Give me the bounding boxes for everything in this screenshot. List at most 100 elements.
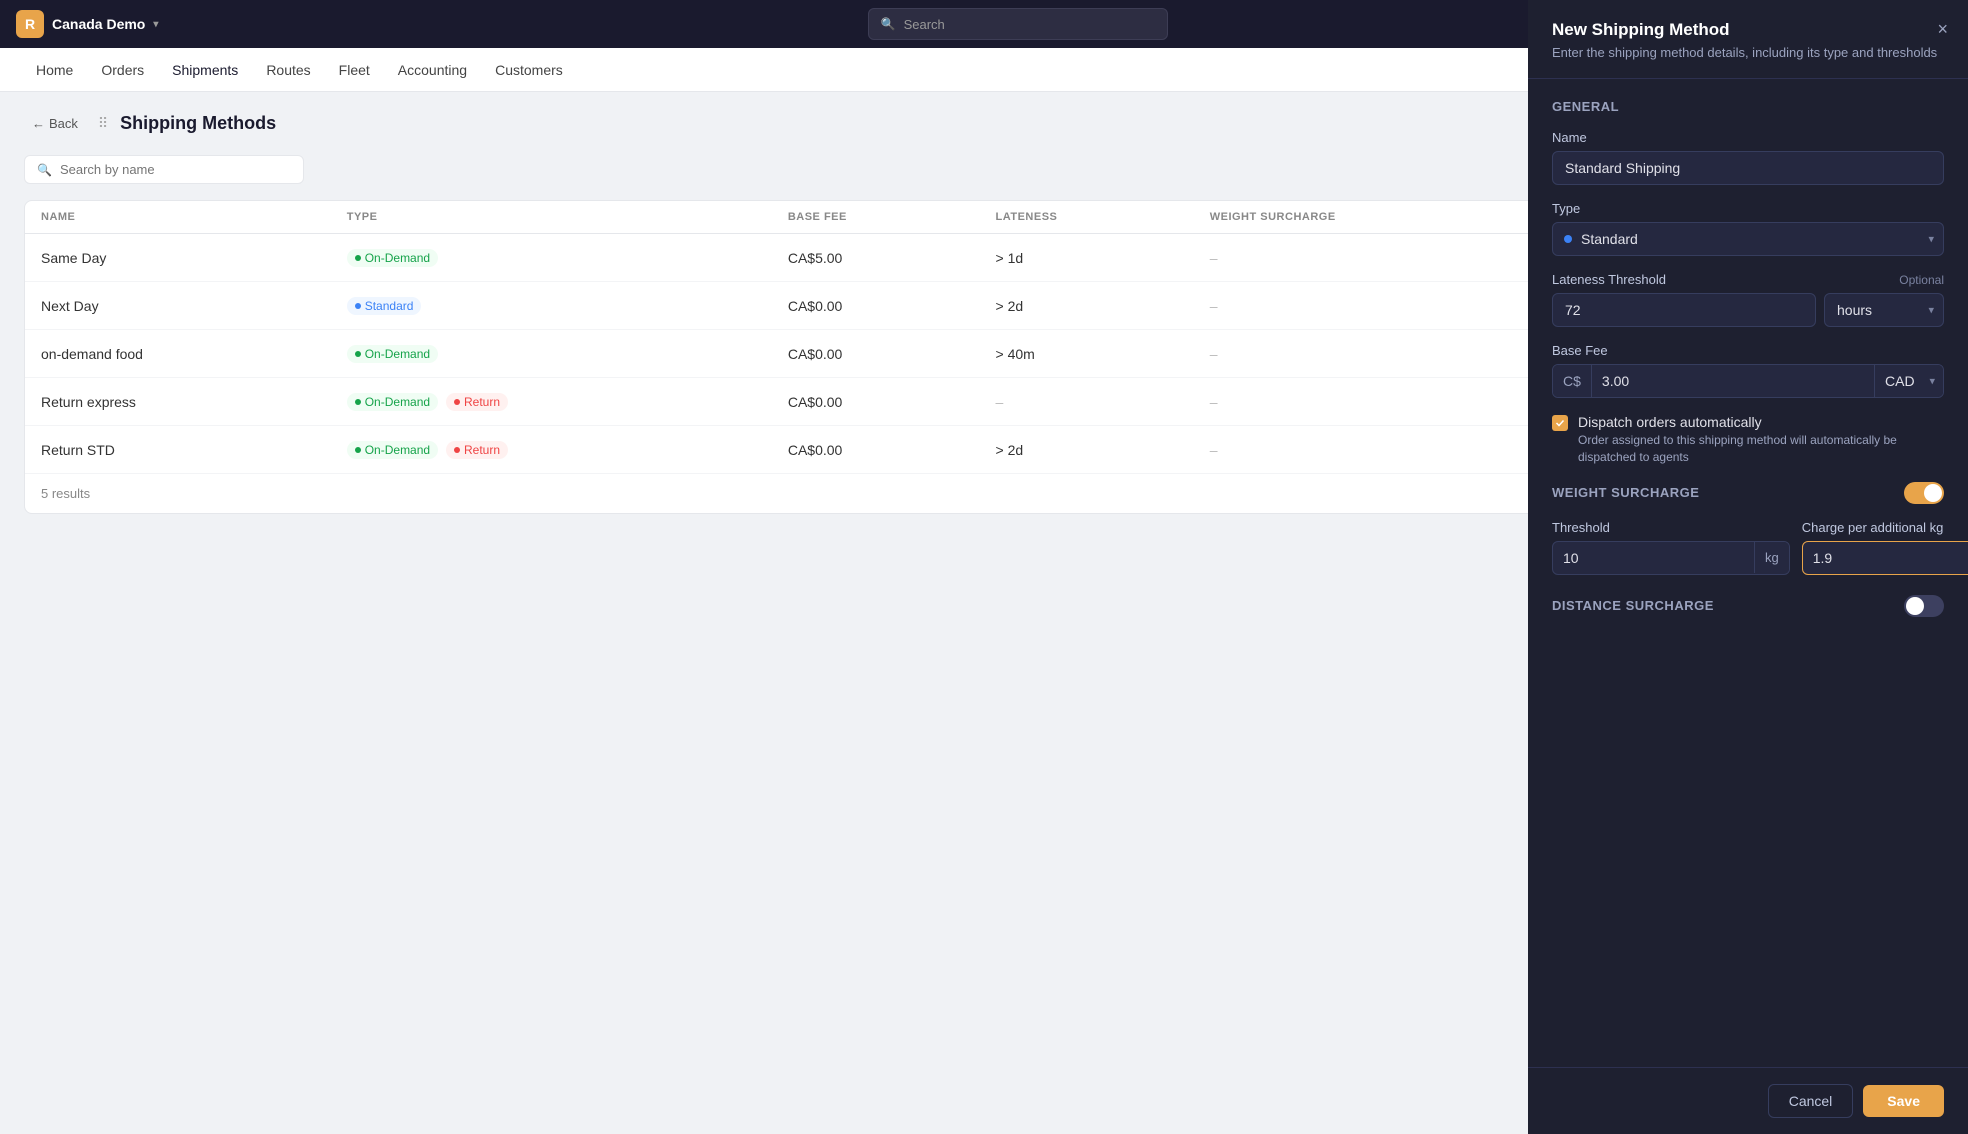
weight-surcharge-toggle[interactable] <box>1904 482 1944 504</box>
search-input-wrapper[interactable]: 🔍 <box>24 155 304 184</box>
col-weight-surcharge: WEIGHT SURCHARGE <box>1194 201 1554 234</box>
base-fee-currency-wrapper: CAD USD ▾ <box>1874 365 1943 397</box>
global-search-box[interactable]: 🔍 Search <box>868 8 1168 40</box>
col-base-fee: BASE FEE <box>772 201 980 234</box>
row-base-fee: CA$0.00 <box>772 378 980 426</box>
row-name: Return express <box>25 378 331 426</box>
lateness-optional: Optional <box>1899 273 1944 287</box>
panel-close-button[interactable]: × <box>1937 20 1948 38</box>
row-type: On-Demand <box>331 234 772 282</box>
row-name: on-demand food <box>25 330 331 378</box>
row-lateness: > 2d <box>980 426 1194 474</box>
dispatch-text: Dispatch orders automatically Order assi… <box>1578 414 1944 466</box>
page-title: Shipping Methods <box>120 113 276 134</box>
row-weight-surcharge: – <box>1194 330 1554 378</box>
side-panel: New Shipping Method Enter the shipping m… <box>1528 0 1968 1134</box>
row-weight-surcharge: – <box>1194 282 1554 330</box>
back-label: Back <box>49 116 78 131</box>
threshold-input[interactable] <box>1553 542 1754 574</box>
panel-header: New Shipping Method Enter the shipping m… <box>1528 0 1968 79</box>
col-lateness: LATENESS <box>980 201 1194 234</box>
weight-surcharge-title: Weight Surcharge <box>1552 485 1699 500</box>
distance-surcharge-toggle[interactable] <box>1904 595 1944 617</box>
lateness-label: Lateness Threshold Optional <box>1552 272 1944 287</box>
subnav-routes[interactable]: Routes <box>254 56 322 84</box>
brand-logo-area[interactable]: R Canada Demo ▾ <box>16 10 158 38</box>
save-button[interactable]: Save <box>1863 1085 1944 1117</box>
row-type: On-Demand Return <box>331 378 772 426</box>
threshold-unit: kg <box>1754 542 1789 573</box>
charge-col: Charge per additional kg CAD <box>1802 520 1968 575</box>
name-label: Name <box>1552 130 1944 145</box>
lateness-field-group: Lateness Threshold Optional hours days m… <box>1552 272 1944 327</box>
brand-chevron-icon: ▾ <box>153 19 158 30</box>
row-base-fee: CA$0.00 <box>772 330 980 378</box>
search-input[interactable] <box>60 162 291 177</box>
panel-subtitle: Enter the shipping method details, inclu… <box>1552 44 1944 62</box>
threshold-col: Threshold kg <box>1552 520 1790 575</box>
charge-input-wrapper: CAD <box>1802 541 1968 575</box>
subnav-shipments[interactable]: Shipments <box>160 56 250 84</box>
row-type: Standard <box>331 282 772 330</box>
dispatch-checkbox-row: Dispatch orders automatically Order assi… <box>1552 414 1944 466</box>
row-name: Same Day <box>25 234 331 282</box>
row-base-fee: CA$0.00 <box>772 282 980 330</box>
row-weight-surcharge: – <box>1194 426 1554 474</box>
base-fee-field-group: Base Fee C$ CAD USD ▾ <box>1552 343 1944 398</box>
distance-surcharge-title: Distance Surcharge <box>1552 598 1714 613</box>
base-fee-label: Base Fee <box>1552 343 1944 358</box>
cancel-button[interactable]: Cancel <box>1768 1084 1854 1118</box>
subnav-home[interactable]: Home <box>24 56 85 84</box>
base-fee-prefix: C$ <box>1553 365 1592 397</box>
type-select[interactable]: Standard On-Demand <box>1552 222 1944 256</box>
dispatch-label: Dispatch orders automatically <box>1578 414 1944 430</box>
lateness-value-wrapper <box>1552 293 1816 327</box>
charge-label: Charge per additional kg <box>1802 520 1968 535</box>
search-placeholder: Search <box>904 17 945 32</box>
row-lateness: > 1d <box>980 234 1194 282</box>
distance-toggle-knob <box>1906 597 1924 615</box>
charge-input[interactable] <box>1803 542 1968 574</box>
row-name: Next Day <box>25 282 331 330</box>
row-name: Return STD <box>25 426 331 474</box>
subnav-fleet[interactable]: Fleet <box>327 56 382 84</box>
panel-body: General Name Type Standard On-Demand ▾ L… <box>1528 79 1968 1067</box>
row-lateness: > 40m <box>980 330 1194 378</box>
base-fee-value-input[interactable] <box>1592 365 1874 397</box>
panel-title: New Shipping Method <box>1552 20 1944 40</box>
subnav-accounting[interactable]: Accounting <box>386 56 479 84</box>
weight-surcharge-section-header: Weight Surcharge <box>1552 482 1944 504</box>
name-input[interactable] <box>1552 151 1944 185</box>
base-fee-currency-select[interactable]: CAD USD <box>1874 365 1943 397</box>
dispatch-checkbox[interactable] <box>1552 415 1568 431</box>
weight-surcharge-inputs: Threshold kg Charge per additional kg CA… <box>1552 520 1944 575</box>
back-button[interactable]: ← Back <box>24 112 86 135</box>
threshold-input-wrapper: kg <box>1552 541 1790 575</box>
row-base-fee: CA$5.00 <box>772 234 980 282</box>
company-name: Canada Demo <box>52 16 145 32</box>
lateness-input[interactable] <box>1552 293 1816 327</box>
threshold-label: Threshold <box>1552 520 1790 535</box>
row-lateness: – <box>980 378 1194 426</box>
distance-surcharge-section-header: Distance Surcharge <box>1552 595 1944 617</box>
row-weight-surcharge: – <box>1194 378 1554 426</box>
search-input-icon: 🔍 <box>37 163 52 177</box>
grip-icon: ⠿ <box>98 115 108 132</box>
col-name: NAME <box>25 201 331 234</box>
panel-footer: Cancel Save <box>1528 1067 1968 1134</box>
lateness-row: hours days minutes ▾ <box>1552 293 1944 327</box>
lateness-unit-wrapper: hours days minutes ▾ <box>1824 293 1944 327</box>
row-lateness: > 2d <box>980 282 1194 330</box>
row-base-fee: CA$0.00 <box>772 426 980 474</box>
subnav-orders[interactable]: Orders <box>89 56 156 84</box>
dispatch-desc: Order assigned to this shipping method w… <box>1578 432 1944 466</box>
section-general-title: General <box>1552 99 1944 114</box>
subnav-customers[interactable]: Customers <box>483 56 575 84</box>
type-field-group: Type Standard On-Demand ▾ <box>1552 201 1944 256</box>
type-select-wrapper: Standard On-Demand ▾ <box>1552 222 1944 256</box>
row-type: On-Demand Return <box>331 426 772 474</box>
col-type: TYPE <box>331 201 772 234</box>
base-fee-input-wrapper: C$ CAD USD ▾ <box>1552 364 1944 398</box>
lateness-unit-select[interactable]: hours days minutes <box>1824 293 1944 327</box>
brand-icon: R <box>16 10 44 38</box>
